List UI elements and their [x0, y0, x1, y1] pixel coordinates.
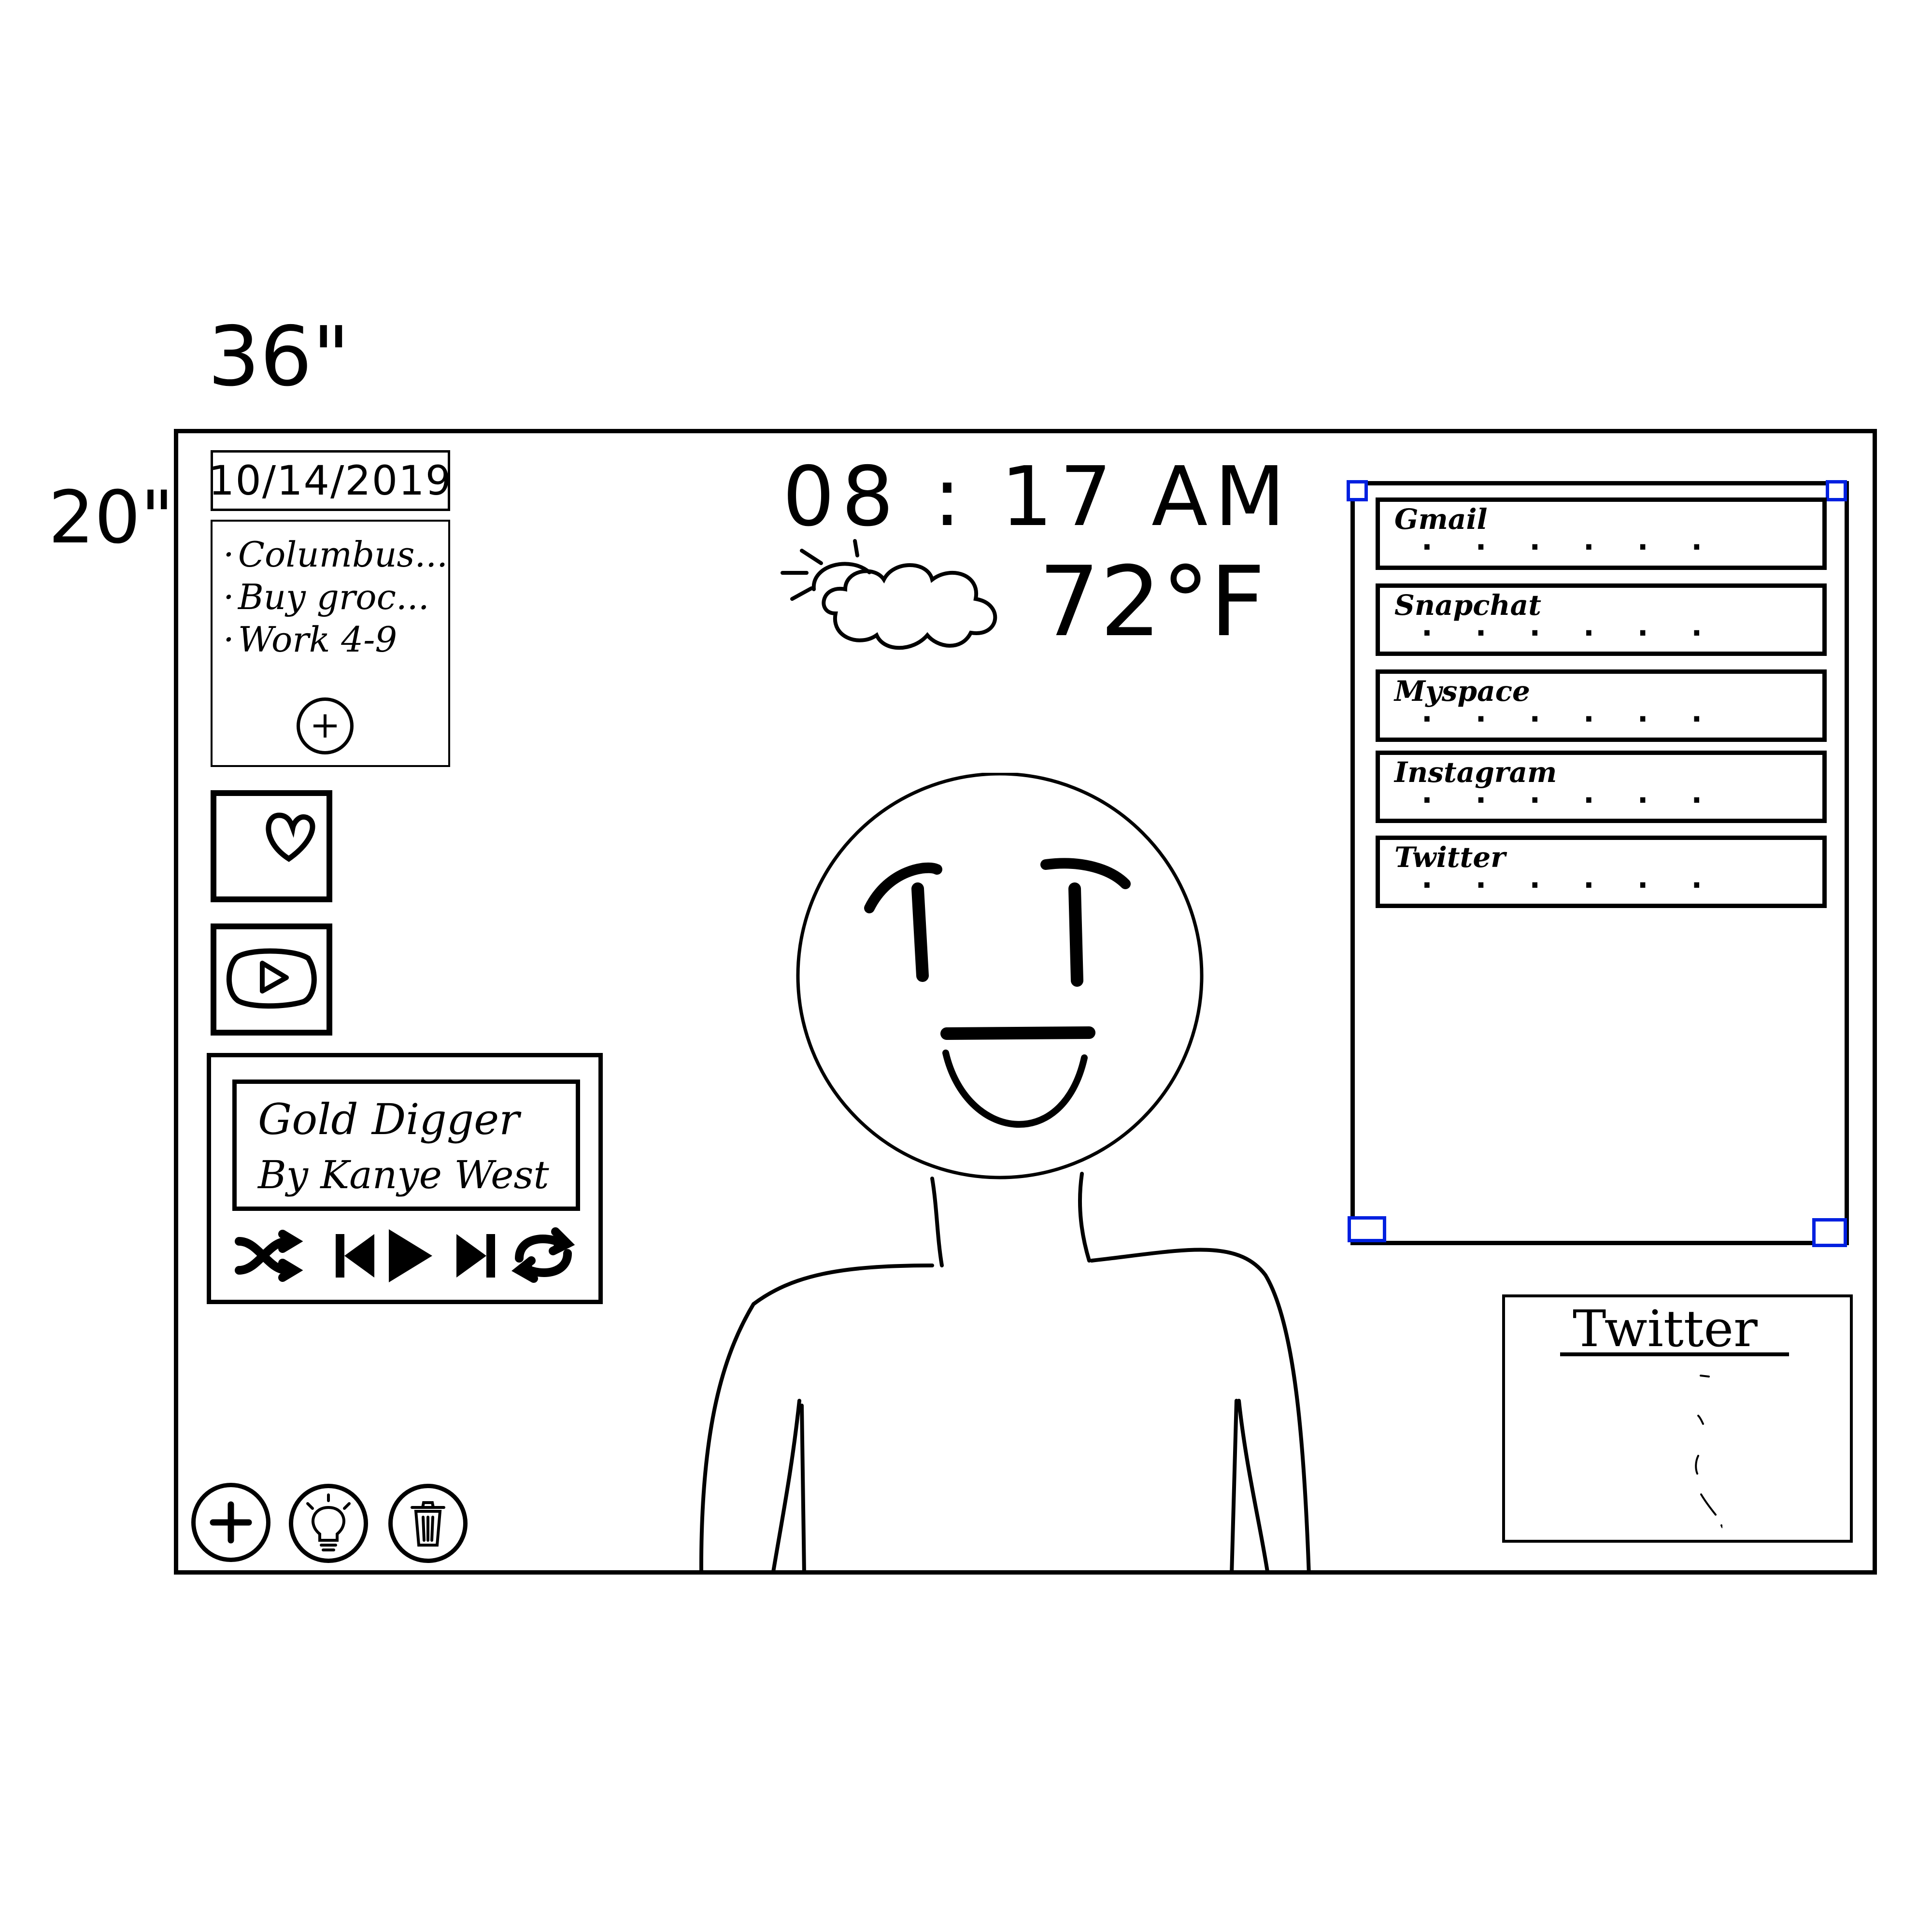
trash-icon: [411, 1501, 445, 1547]
favorites-app-tile[interactable]: [211, 790, 332, 902]
shuffle-button[interactable]: [235, 1230, 303, 1282]
height-dimension-label: 20": [48, 476, 174, 560]
track-info: Gold Digger By Kanye West: [232, 1080, 580, 1211]
next-button[interactable]: [456, 1234, 495, 1278]
notification-preview: . . . . . .: [1421, 695, 1719, 729]
resize-handle-bottom-left[interactable]: [1348, 1216, 1386, 1242]
track-artist: By Kanye West: [258, 1152, 549, 1197]
music-player-widget: Gold Digger By Kanye West: [207, 1053, 603, 1304]
idea-button[interactable]: [289, 1484, 368, 1563]
heart-icon: [266, 812, 315, 862]
add-widget-button[interactable]: [191, 1483, 270, 1562]
plus-icon: [313, 714, 337, 738]
twitter-widget-title: Twitter: [1573, 1299, 1758, 1358]
partly-sunny-cloud-icon: [781, 539, 997, 650]
play-icon: [226, 948, 317, 1009]
plus-icon: [210, 1501, 252, 1544]
todo-item[interactable]: Work 4-9: [223, 618, 448, 661]
track-title: Gold Digger: [258, 1094, 520, 1144]
notification-twitter[interactable]: Twitter . . . . . .: [1376, 836, 1827, 908]
todo-list: Columbus... Buy groc... Work 4-9: [213, 522, 448, 661]
resize-handle-top-right[interactable]: [1826, 480, 1847, 501]
notification-gmail[interactable]: Gmail . . . . . .: [1376, 497, 1827, 570]
resize-handle-bottom-right[interactable]: [1812, 1218, 1847, 1247]
twitter-widget[interactable]: Twitter: [1502, 1294, 1853, 1543]
notification-preview: . . . . . .: [1421, 776, 1719, 810]
width-dimension-label: 36": [208, 309, 350, 405]
title-underline: [1560, 1352, 1789, 1356]
repeat-button[interactable]: [511, 1227, 575, 1283]
previous-icon: [336, 1234, 374, 1278]
todo-item[interactable]: Columbus...: [223, 533, 448, 576]
player-controls: [235, 1227, 575, 1283]
add-todo-button[interactable]: [297, 697, 354, 754]
resize-handle-top-left[interactable]: [1347, 480, 1368, 501]
notification-preview: . . . . . .: [1421, 523, 1719, 557]
previous-button[interactable]: [336, 1234, 374, 1278]
notification-preview: . . . . . .: [1421, 609, 1719, 643]
play-button[interactable]: [389, 1229, 432, 1282]
notification-myspace[interactable]: Myspace . . . . . .: [1376, 669, 1827, 742]
person-reflection-illustration: [699, 773, 1311, 1575]
play-icon: [389, 1229, 432, 1282]
video-app-tile[interactable]: [211, 923, 332, 1036]
todo-item[interactable]: Buy groc...: [223, 576, 448, 618]
repeat-icon: [511, 1227, 575, 1283]
next-icon: [456, 1234, 495, 1278]
delete-button[interactable]: [388, 1484, 468, 1563]
clock-time: 08 : 17 AM: [782, 449, 1292, 545]
temperature: 72°F: [1038, 546, 1265, 658]
shuffle-icon: [235, 1230, 303, 1282]
lightbulb-icon: [306, 1493, 351, 1551]
date-display: 10/14/2019: [209, 450, 451, 511]
notification-instagram[interactable]: Instagram . . . . . .: [1376, 751, 1827, 823]
notification-preview: . . . . . .: [1421, 861, 1719, 895]
notification-snapchat[interactable]: Snapchat . . . . . .: [1376, 583, 1827, 656]
loading-spinner-icon: [1695, 1375, 1722, 1528]
todo-list-widget: Columbus... Buy groc... Work 4-9: [211, 520, 450, 767]
